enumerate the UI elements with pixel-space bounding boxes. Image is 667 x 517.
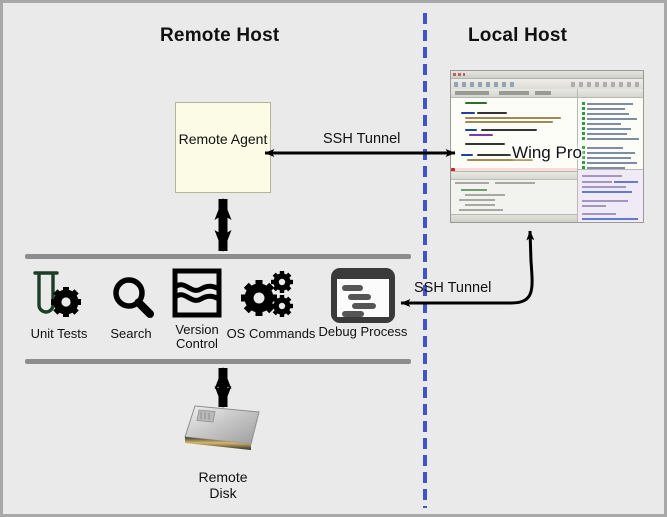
wing-pro-label: Wing Pro	[512, 143, 582, 162]
rail-top	[25, 254, 411, 259]
wingpro-bottom-pane	[451, 171, 577, 214]
ssh-tunnel-top-label: SSH Tunnel	[323, 131, 401, 147]
tool-label-os-commands: OS Commands	[226, 326, 316, 341]
remote-agent-box: Remote Agent	[175, 102, 271, 193]
tool-os-commands: OS Commands	[225, 269, 317, 341]
ssh-tunnel-bottom-label: SSH Tunnel	[414, 280, 492, 296]
tool-label-debug-process: Debug Process	[318, 324, 408, 339]
gears-icon	[225, 269, 317, 325]
status-bar	[451, 214, 577, 222]
external-hard-drive-icon	[175, 398, 271, 465]
remote-disk: Remote Disk	[175, 398, 271, 501]
window-controls-icon	[453, 73, 465, 76]
diagram-canvas: Remote Host Local Host Remote Agent Wing…	[0, 0, 667, 517]
editor-tabs	[451, 89, 577, 98]
tool-debug-process: Debug Process	[317, 267, 409, 339]
completion-panel	[578, 169, 643, 222]
remote-disk-label: Remote Disk	[198, 469, 248, 501]
rail-bottom	[25, 359, 411, 364]
remote-agent-label: Remote Agent	[178, 131, 268, 147]
wingpro-titlebar	[451, 71, 643, 79]
remote-host-title: Remote Host	[160, 25, 280, 46]
local-host-title: Local Host	[468, 25, 568, 46]
terminal-window-icon	[317, 267, 409, 323]
host-divider-line	[423, 13, 427, 508]
toolbar-buttons-right-icon	[571, 81, 639, 87]
wing-pro-window: Wing Pro	[450, 70, 644, 223]
toolbar-buttons-icon	[454, 81, 514, 87]
